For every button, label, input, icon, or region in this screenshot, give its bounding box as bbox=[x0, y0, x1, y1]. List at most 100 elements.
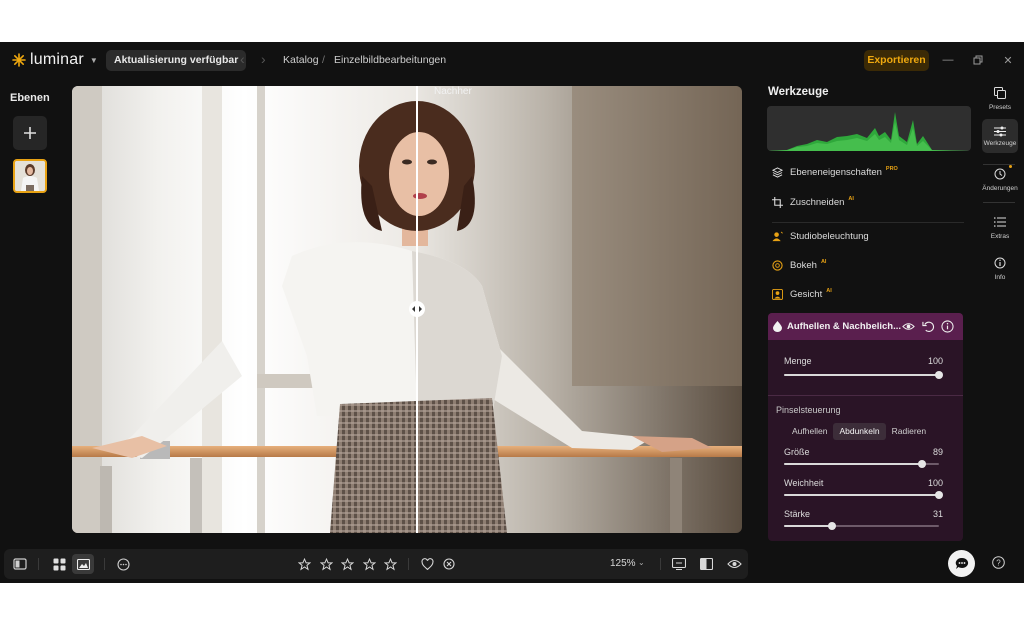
reset-undo-icon[interactable] bbox=[922, 320, 935, 333]
layers-title: Ebenen bbox=[10, 92, 50, 104]
tool-label: Bokeh bbox=[790, 259, 817, 271]
toolbar-divider bbox=[38, 558, 39, 570]
rail-changes[interactable]: Änderungen bbox=[978, 165, 1022, 192]
dodge-burn-header[interactable]: Aufhellen & Nachbelich... bbox=[768, 313, 963, 340]
tool-face[interactable]: Gesicht AI bbox=[772, 285, 832, 303]
rail-info[interactable]: Info bbox=[978, 254, 1022, 281]
add-layer-button[interactable] bbox=[13, 116, 47, 150]
tool-bokeh[interactable]: Bokeh AI bbox=[772, 256, 826, 274]
rail-label: Presets bbox=[988, 104, 1012, 111]
minimize-icon[interactable]: — bbox=[938, 50, 958, 70]
rail-presets[interactable]: Presets bbox=[978, 84, 1022, 111]
app-window: luminar ▼ Aktualisierung verfügbar ‹ › K… bbox=[0, 42, 1024, 583]
slider-knob[interactable] bbox=[935, 371, 943, 379]
pro-badge: PRO bbox=[885, 166, 898, 172]
ai-badge: AI bbox=[848, 196, 854, 202]
app-name: luminar bbox=[30, 51, 84, 68]
strength-slider[interactable] bbox=[784, 522, 939, 530]
star-3-icon[interactable] bbox=[339, 556, 355, 572]
tool-crop[interactable]: Zuschneiden AI bbox=[772, 193, 854, 211]
histogram-graph bbox=[767, 112, 971, 151]
tool-studio-lighting[interactable]: Studiobeleuchtung bbox=[772, 227, 869, 245]
ai-badge: AI bbox=[826, 288, 832, 294]
histogram bbox=[767, 106, 971, 151]
chat-assistant-button[interactable] bbox=[948, 550, 975, 577]
mode-erase[interactable]: Radieren bbox=[886, 423, 933, 440]
softness-value: 100 bbox=[927, 478, 943, 488]
more-options-icon[interactable] bbox=[115, 556, 131, 572]
compare-icon[interactable] bbox=[698, 556, 714, 572]
eye-preview-icon[interactable] bbox=[725, 556, 743, 572]
slider-knob[interactable] bbox=[917, 460, 926, 468]
update-available-button[interactable]: Aktualisierung verfügbar bbox=[106, 50, 247, 71]
zoom-level[interactable]: 125% bbox=[610, 558, 636, 569]
mode-burn[interactable]: Abdunkeln bbox=[833, 423, 886, 440]
amount-label: Menge bbox=[784, 356, 812, 366]
rail-extras[interactable]: Extras bbox=[978, 213, 1022, 240]
slider-fill bbox=[784, 525, 833, 527]
breadcrumb-current: Einzelbildbearbeitungen bbox=[334, 54, 447, 66]
toolbar-divider bbox=[104, 558, 105, 570]
mode-dodge[interactable]: Aufhellen bbox=[786, 423, 833, 440]
zoom-chevron-down-icon[interactable]: ⌄ bbox=[638, 558, 645, 567]
close-icon[interactable]: ✕ bbox=[998, 50, 1018, 70]
studio-lighting-icon bbox=[772, 231, 783, 241]
tool-label: Ebeneneigenschaften bbox=[790, 166, 882, 178]
visibility-eye-icon[interactable] bbox=[902, 320, 915, 333]
tool-label: Studiobeleuchtung bbox=[790, 230, 869, 242]
grid-view-icon[interactable] bbox=[51, 556, 67, 572]
softness-slider[interactable] bbox=[784, 491, 943, 499]
tool-layer-properties[interactable]: Ebeneneigenschaften PRO bbox=[772, 163, 898, 181]
size-value: 89 bbox=[932, 447, 943, 457]
dodge-burn-title: Aufhellen & Nachbelich... bbox=[787, 321, 902, 332]
export-button[interactable]: Exportieren bbox=[864, 50, 929, 71]
tools-title: Werkzeuge bbox=[768, 86, 829, 98]
help-question-icon[interactable]: ? bbox=[992, 556, 1005, 569]
slider-knob[interactable] bbox=[828, 522, 837, 530]
fit-screen-icon[interactable] bbox=[671, 556, 687, 572]
toolbar-divider bbox=[660, 558, 661, 570]
restore-icon[interactable] bbox=[968, 50, 988, 70]
heart-icon[interactable] bbox=[419, 556, 435, 572]
brush-mode-group: Aufhellen Abdunkeln Radieren bbox=[786, 423, 932, 440]
toolbar-divider bbox=[408, 558, 409, 570]
rail-label: Werkzeuge bbox=[983, 139, 1017, 147]
star-5-icon[interactable] bbox=[382, 556, 398, 572]
rail-divider bbox=[983, 164, 1015, 165]
right-rail: Presets Werkzeuge Änderungen Extras Info bbox=[978, 78, 1022, 548]
softness-label: Weichheit bbox=[784, 478, 824, 488]
layer-thumbnail[interactable] bbox=[13, 159, 47, 193]
star-4-icon[interactable] bbox=[361, 556, 377, 572]
chat-bubble-icon bbox=[955, 557, 968, 569]
size-label: Größe bbox=[784, 447, 810, 457]
amount-slider[interactable] bbox=[784, 371, 943, 379]
tool-label: Zuschneiden bbox=[790, 196, 845, 208]
forward-arrow-icon[interactable]: › bbox=[261, 51, 266, 67]
breadcrumb-separator: / bbox=[322, 54, 325, 66]
face-portrait-icon bbox=[772, 288, 783, 300]
star-2-icon[interactable] bbox=[318, 556, 334, 572]
slider-fill bbox=[784, 494, 939, 496]
reject-icon[interactable] bbox=[441, 556, 457, 572]
layers-stack-icon bbox=[772, 166, 783, 178]
layers-panel: Ebenen bbox=[0, 78, 62, 548]
size-slider[interactable] bbox=[784, 460, 939, 468]
single-image-view-icon[interactable] bbox=[72, 554, 94, 574]
tools-divider bbox=[772, 222, 964, 223]
top-bar: luminar ▼ Aktualisierung verfügbar ‹ › K… bbox=[0, 42, 1024, 78]
star-1-icon[interactable] bbox=[296, 556, 312, 572]
rail-label: Info bbox=[994, 274, 1006, 281]
rail-label: Extras bbox=[990, 233, 1010, 240]
slider-fill bbox=[784, 374, 939, 376]
slider-knob[interactable] bbox=[935, 491, 943, 499]
app-logo[interactable]: luminar ▼ bbox=[12, 51, 98, 69]
breadcrumb-catalog[interactable]: Katalog bbox=[283, 54, 319, 66]
info-icon[interactable] bbox=[941, 320, 954, 333]
photo-canvas[interactable] bbox=[72, 86, 742, 533]
bottom-toolbar: 125% ⌄ bbox=[4, 549, 748, 579]
strength-value: 31 bbox=[932, 509, 943, 519]
info-icon bbox=[994, 257, 1006, 269]
sidebar-toggle-icon[interactable] bbox=[12, 556, 28, 572]
rail-tools[interactable]: Werkzeuge bbox=[978, 119, 1022, 153]
back-arrow-icon[interactable]: ‹ bbox=[240, 51, 245, 67]
